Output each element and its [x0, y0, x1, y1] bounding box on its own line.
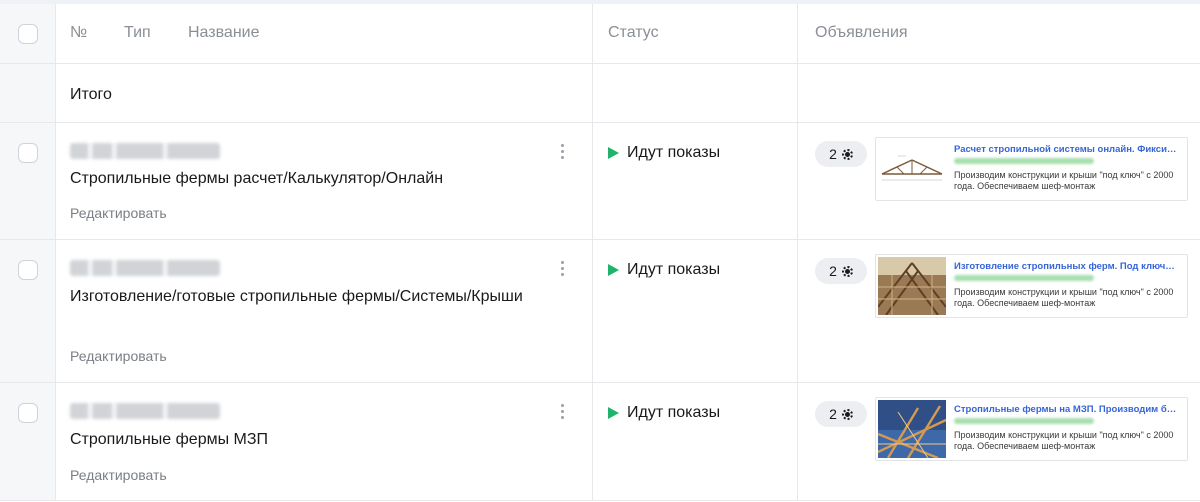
- target-icon: [841, 265, 853, 277]
- campaign-id-redacted: [70, 143, 220, 159]
- ad-count-badge[interactable]: 2: [815, 401, 867, 427]
- play-icon: [608, 264, 619, 276]
- ad-title[interactable]: Стропильные фермы на МЗП. Производим б…: [954, 404, 1182, 415]
- campaign-id-redacted: [70, 260, 220, 276]
- campaign-name[interactable]: Изготовление/готовые стропильные фермы/С…: [70, 284, 560, 310]
- status-text: Идут показы: [627, 144, 721, 161]
- header-status[interactable]: Статус: [608, 24, 659, 42]
- status-badge: Идут показы: [608, 404, 720, 422]
- campaign-name[interactable]: Стропильные фермы расчет/Калькулятор/Онл…: [70, 166, 560, 192]
- play-icon: [608, 407, 619, 419]
- status-badge: Идут показы: [608, 144, 720, 162]
- ad-count: 2: [829, 263, 837, 279]
- target-icon: [841, 148, 853, 160]
- edit-link[interactable]: Редактировать: [70, 205, 167, 221]
- ad-title[interactable]: Расчет стропильной системы онлайн. Фикси…: [954, 144, 1182, 155]
- ad-preview-card[interactable]: Расчет стропильной системы онлайн. Фикси…: [875, 137, 1188, 201]
- ad-description: Производим конструкции и крыши "под ключ…: [954, 430, 1174, 451]
- truss-sky-photo-thumbnail: [878, 400, 946, 458]
- target-icon: [841, 408, 853, 420]
- table-header: № Тип Название Статус Объявления: [0, 4, 1200, 64]
- ad-url-redacted: [954, 158, 1094, 164]
- ad-title[interactable]: Изготовление стропильных ферм. Под ключ…: [954, 261, 1182, 272]
- more-icon[interactable]: [556, 141, 568, 165]
- total-row: Итого: [0, 64, 1200, 123]
- header-type[interactable]: Тип: [124, 24, 151, 42]
- play-icon: [608, 147, 619, 159]
- ad-description: Производим конструкции и крыши "под ключ…: [954, 170, 1174, 191]
- ad-preview-card[interactable]: Стропильные фермы на МЗП. Производим б… …: [875, 397, 1188, 461]
- wooden-roof-photo-thumbnail: [878, 257, 946, 315]
- truss-diagram-thumbnail: [878, 140, 946, 198]
- ad-count-badge[interactable]: 2: [815, 258, 867, 284]
- ad-preview-card[interactable]: Изготовление стропильных ферм. Под ключ……: [875, 254, 1188, 318]
- row-checkbox[interactable]: [18, 143, 38, 163]
- campaign-name[interactable]: Стропильные фермы МЗП: [70, 427, 560, 453]
- select-all-checkbox[interactable]: [18, 24, 38, 44]
- table-row: Изготовление/готовые стропильные фермы/С…: [0, 240, 1200, 383]
- total-label: Итого: [70, 86, 112, 103]
- ad-count: 2: [829, 146, 837, 162]
- campaign-id-redacted: [70, 403, 220, 419]
- status-text: Идут показы: [627, 261, 721, 278]
- status-text: Идут показы: [627, 404, 721, 421]
- edit-link[interactable]: Редактировать: [70, 467, 167, 483]
- status-badge: Идут показы: [608, 261, 720, 279]
- ad-count-badge[interactable]: 2: [815, 141, 867, 167]
- more-icon[interactable]: [556, 258, 568, 282]
- header-number[interactable]: №: [70, 24, 87, 42]
- ad-description: Производим конструкции и крыши "под ключ…: [954, 287, 1174, 308]
- header-ads[interactable]: Объявления: [815, 24, 908, 42]
- edit-link[interactable]: Редактировать: [70, 348, 167, 364]
- row-checkbox[interactable]: [18, 260, 38, 280]
- more-icon[interactable]: [556, 401, 568, 425]
- header-name[interactable]: Название: [188, 24, 260, 42]
- ad-url-redacted: [954, 418, 1094, 424]
- row-checkbox[interactable]: [18, 403, 38, 423]
- ad-count: 2: [829, 406, 837, 422]
- table-row: Стропильные фермы МЗП Редактировать Идут…: [0, 383, 1200, 501]
- table-row: Стропильные фермы расчет/Калькулятор/Онл…: [0, 123, 1200, 240]
- ad-url-redacted: [954, 275, 1094, 281]
